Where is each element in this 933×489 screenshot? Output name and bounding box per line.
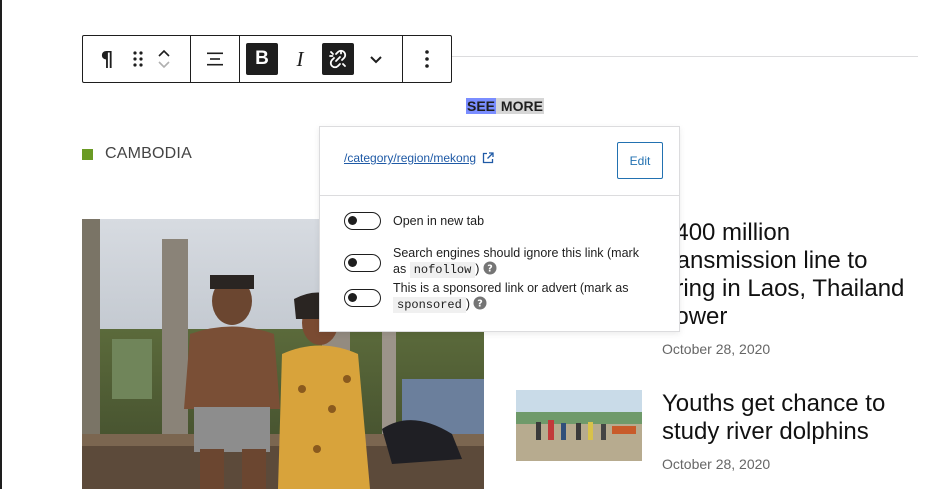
toggle-label: This is a sponsored link or advert (mark… <box>393 280 655 313</box>
chevron-down-icon[interactable] <box>156 59 172 71</box>
toggle-label: Search engines should ignore this link (… <box>393 245 655 278</box>
toggle-label-suffix: ) <box>465 297 470 311</box>
help-icon[interactable]: ? <box>473 296 487 310</box>
category-heading: CAMBODIA <box>82 145 192 163</box>
alignment-group <box>191 36 240 82</box>
open-new-tab-toggle[interactable] <box>344 212 381 230</box>
block-toolbar: ¶ B I <box>82 35 452 83</box>
selected-text: SEE <box>466 98 497 114</box>
italic-button[interactable]: I <box>284 43 316 75</box>
nofollow-toggle[interactable] <box>344 254 381 272</box>
nofollow-code: nofollow <box>409 262 476 278</box>
svg-text:?: ? <box>478 299 484 310</box>
link-text: MORE <box>496 98 544 114</box>
external-link-icon <box>482 152 494 164</box>
more-vertical-icon <box>425 50 429 68</box>
paragraph-block-button[interactable]: ¶ <box>91 43 123 75</box>
italic-icon: I <box>296 46 304 71</box>
link-preview: /category/region/mekong Edit <box>320 127 679 196</box>
toggle-label-text: This is a sponsored link or advert (mark… <box>393 281 629 295</box>
align-center-icon <box>207 52 223 66</box>
chevron-up-icon[interactable] <box>156 47 172 59</box>
thumbnail-photo <box>516 390 642 461</box>
align-button[interactable] <box>199 43 231 75</box>
link-url[interactable]: /category/region/mekong <box>344 151 495 165</box>
separator-line <box>452 56 918 57</box>
drag-handle-icon <box>133 51 143 67</box>
article-title[interactable]: $400 million transmission line to bring … <box>662 219 922 331</box>
toggle-label: Open in new tab <box>393 214 485 228</box>
pilcrow-icon: ¶ <box>100 47 114 71</box>
unlink-button[interactable] <box>322 43 354 75</box>
format-group: B I <box>240 36 403 82</box>
options-button[interactable] <box>411 43 443 75</box>
bold-icon: B <box>255 48 269 69</box>
link-url-text: /category/region/mekong <box>344 151 477 165</box>
chevron-down-icon <box>370 56 382 64</box>
category-marker <box>82 148 93 160</box>
article-title[interactable]: Youths get chance to study river dolphin… <box>662 390 922 446</box>
block-mover <box>152 39 176 79</box>
link-popover: /category/region/mekong Edit Open in new… <box>319 126 680 332</box>
options-group <box>403 36 451 82</box>
see-more-link[interactable]: SEE MORE <box>466 97 544 115</box>
sponsored-toggle[interactable] <box>344 289 381 307</box>
drag-handle-button[interactable] <box>128 43 148 75</box>
article-date: October 28, 2020 <box>662 456 771 472</box>
category-label: CAMBODIA <box>105 145 192 162</box>
edit-link-button[interactable]: Edit <box>617 142 663 179</box>
article-date: October 28, 2020 <box>662 341 771 357</box>
editor-left-border <box>0 0 2 489</box>
sponsored-setting: This is a sponsored link or advert (mark… <box>344 280 655 313</box>
open-new-tab-setting: Open in new tab <box>344 212 655 230</box>
help-icon[interactable]: ? <box>483 261 497 275</box>
bold-button[interactable]: B <box>246 43 278 75</box>
article-thumbnail[interactable] <box>516 390 642 461</box>
sponsored-code: sponsored <box>393 297 466 313</box>
link-off-icon <box>329 49 347 69</box>
svg-text:?: ? <box>487 264 493 275</box>
toggle-label-suffix: ) <box>475 262 480 276</box>
nofollow-setting: Search engines should ignore this link (… <box>344 245 655 278</box>
more-rich-text-button[interactable] <box>360 43 392 75</box>
block-controls-group: ¶ <box>83 36 191 82</box>
